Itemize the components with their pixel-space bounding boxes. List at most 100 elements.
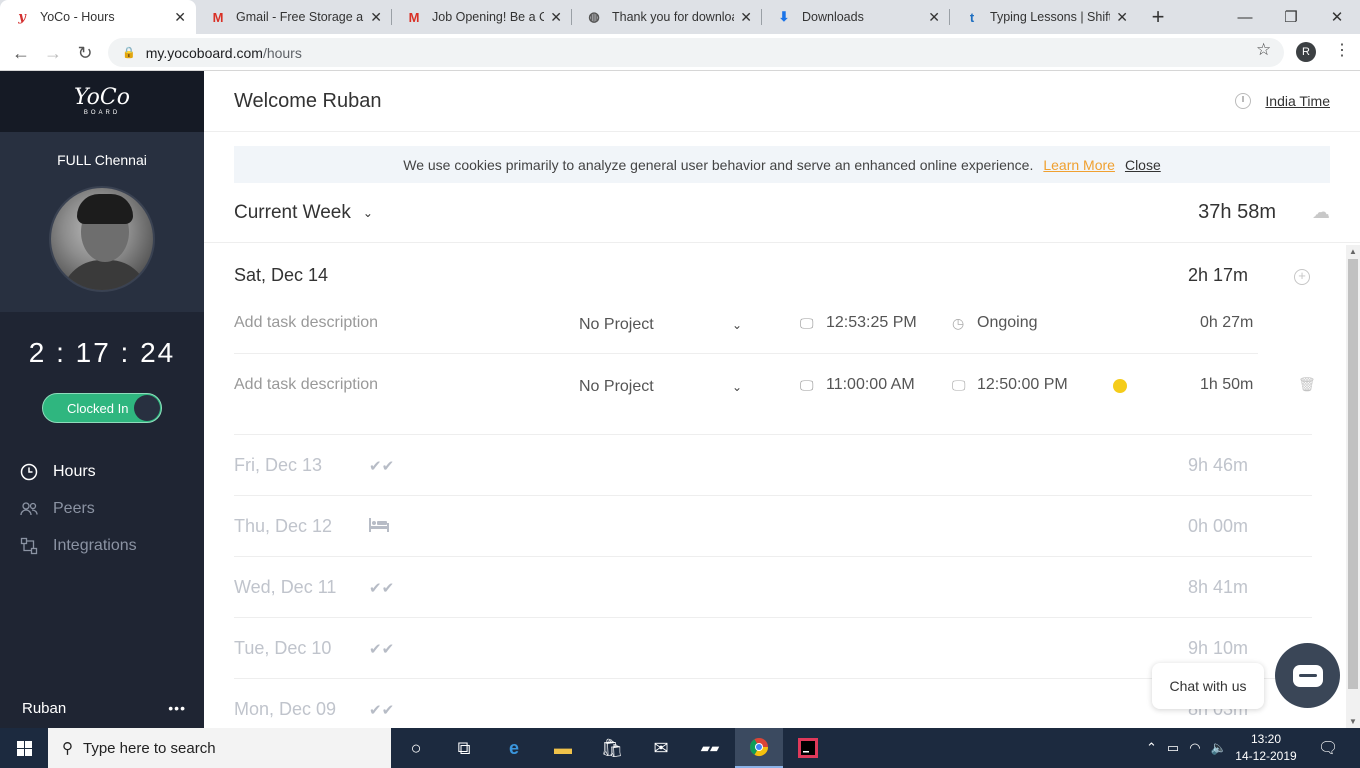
- scroll-down-icon[interactable]: ▼: [1349, 717, 1357, 726]
- clock-date: 14-12-2019: [1235, 749, 1297, 763]
- timezone-link[interactable]: India Time: [1265, 93, 1330, 109]
- end-time[interactable]: 12:50:00 PM: [977, 376, 1068, 394]
- tab-typing-lessons[interactable]: t Typing Lessons | Shift Key ✕: [950, 0, 1138, 34]
- new-tab-button[interactable]: +: [1138, 0, 1178, 34]
- cookie-banner: We use cookies primarily to analyze gene…: [234, 146, 1330, 183]
- double-check-icon: ✔✔: [369, 458, 395, 475]
- edge-icon[interactable]: e: [490, 728, 538, 768]
- sidebar-item-integrations[interactable]: Integrations: [0, 527, 204, 564]
- profile-section: FULL Chennai: [0, 132, 204, 312]
- start-time[interactable]: 12:53:25 PM: [826, 314, 917, 332]
- chevron-down-icon[interactable]: ⌄: [732, 380, 742, 394]
- more-options-icon[interactable]: •••: [168, 700, 186, 716]
- sidebar-item-peers[interactable]: Peers: [0, 490, 204, 527]
- sidebar-item-label: Integrations: [53, 536, 137, 554]
- scrollbar-thumb[interactable]: [1348, 259, 1358, 689]
- day-group-today: Sat, Dec 14 2h 17m + Add task descriptio…: [204, 243, 1360, 435]
- scroll-up-icon[interactable]: ▲: [1349, 247, 1357, 256]
- yellow-clock-icon: [1113, 379, 1127, 393]
- browser-menu-icon[interactable]: ⋮: [1334, 40, 1350, 60]
- lock-icon: 🔒: [122, 47, 136, 59]
- address-bar-row: ← → ↻ 🔒 my.yocoboard.com/hours: [0, 34, 1360, 71]
- chat-tooltip[interactable]: Chat with us: [1152, 663, 1264, 709]
- app-icon[interactable]: ▰▰: [686, 728, 734, 768]
- day-row[interactable]: Wed, Dec 11 ✔✔ 8h 41m: [234, 556, 1312, 617]
- file-explorer-icon[interactable]: ▬: [539, 728, 587, 768]
- monitor-icon: 🖵: [800, 315, 814, 331]
- sidebar-item-label: Peers: [53, 499, 95, 517]
- task-description-input[interactable]: Add task description: [234, 376, 378, 394]
- clock-status-label: Clocked In: [67, 400, 129, 416]
- cortana-icon[interactable]: ○: [392, 728, 440, 768]
- chat-icon: [1292, 664, 1323, 687]
- day-row[interactable]: Thu, Dec 12 0h 00m: [234, 495, 1312, 556]
- notification-icon[interactable]: 🗨: [1318, 738, 1338, 758]
- window-close-icon[interactable]: ✕: [1314, 0, 1360, 34]
- week-dropdown[interactable]: Current Week: [234, 202, 351, 224]
- battery-icon[interactable]: ▭: [1167, 740, 1179, 756]
- add-entry-icon[interactable]: +: [1294, 269, 1310, 285]
- store-icon[interactable]: 🛍: [588, 728, 636, 768]
- forward-arrow-icon[interactable]: →: [40, 40, 66, 66]
- day-row[interactable]: Mon, Dec 09 ✔✔ 8h 03m: [234, 678, 1312, 728]
- chevron-up-icon[interactable]: ⌃: [1146, 740, 1157, 756]
- day-total: 8h 41m: [1188, 577, 1249, 597]
- profile-avatar[interactable]: R: [1296, 42, 1316, 62]
- learn-more-link[interactable]: Learn More: [1043, 157, 1115, 173]
- volume-icon[interactable]: 🔈: [1211, 740, 1227, 756]
- mail-icon[interactable]: ✉: [637, 728, 685, 768]
- tab-title: Job Opening! Be a Client: [432, 10, 545, 24]
- cookie-close-link[interactable]: Close: [1125, 157, 1161, 173]
- close-icon[interactable]: ✕: [740, 9, 752, 26]
- double-check-icon: ✔✔: [369, 702, 395, 719]
- start-time[interactable]: 11:00:00 AM: [826, 376, 915, 394]
- intellij-icon[interactable]: [784, 728, 832, 768]
- day-row[interactable]: Fri, Dec 13 ✔✔ 9h 46m: [234, 434, 1312, 495]
- taskbar-clock[interactable]: 13:20 14-12-2019: [1232, 731, 1300, 765]
- logo[interactable]: YoCo BOARD: [0, 71, 204, 132]
- clock-icon: ◷: [952, 315, 965, 331]
- back-arrow-icon[interactable]: ←: [8, 40, 34, 66]
- tab-downloads[interactable]: ⬇ Downloads ✕: [762, 0, 950, 34]
- day-row[interactable]: Tue, Dec 10 ✔✔ 9h 10m: [234, 617, 1312, 678]
- tab-yoco-hours[interactable]: y YoCo - Hours ✕: [0, 0, 196, 34]
- user-name: Ruban: [22, 699, 67, 717]
- task-view-icon[interactable]: ⧉: [440, 728, 488, 768]
- close-icon[interactable]: ✕: [1116, 9, 1128, 26]
- cloud-download-icon[interactable]: ☁: [1312, 202, 1330, 223]
- day-label: Mon, Dec 09: [234, 699, 337, 719]
- close-icon[interactable]: ✕: [928, 9, 940, 26]
- restore-icon[interactable]: ❐: [1268, 0, 1314, 34]
- bookmark-star-icon[interactable]: ☆: [1256, 40, 1271, 60]
- reload-icon[interactable]: ↻: [72, 40, 98, 66]
- chat-button[interactable]: [1275, 643, 1340, 708]
- close-icon[interactable]: ✕: [370, 9, 382, 26]
- chevron-down-icon[interactable]: ⌄: [732, 318, 742, 332]
- clock-in-toggle[interactable]: Clocked In: [42, 393, 162, 423]
- tab-thank-you[interactable]: ◍ Thank you for downloading ✕: [572, 0, 762, 34]
- minimize-icon[interactable]: —: [1222, 0, 1268, 34]
- trash-icon[interactable]: 🗑: [1298, 376, 1316, 393]
- avatar[interactable]: [49, 186, 155, 292]
- chrome-icon[interactable]: [735, 728, 783, 768]
- taskbar-search-input[interactable]: ⚲ Type here to search: [48, 728, 391, 768]
- close-icon[interactable]: ✕: [174, 9, 186, 26]
- day-total: 9h 10m: [1188, 638, 1249, 658]
- scrollbar[interactable]: ▲ ▼: [1346, 245, 1360, 728]
- project-select[interactable]: No Project: [579, 316, 654, 334]
- chevron-down-icon[interactable]: ⌄: [363, 206, 373, 220]
- wifi-icon[interactable]: ◠: [1189, 740, 1200, 756]
- windows-start-icon[interactable]: [0, 728, 48, 768]
- day-total: 0h 00m: [1188, 516, 1249, 536]
- close-icon[interactable]: ✕: [550, 9, 562, 26]
- tab-title: Typing Lessons | Shift Key: [990, 10, 1111, 24]
- url-field[interactable]: 🔒 my.yocoboard.com/hours: [108, 38, 1284, 67]
- tab-job-opening[interactable]: M Job Opening! Be a Client ✕: [392, 0, 572, 34]
- browser-tab-bar: y YoCo - Hours ✕ M Gmail - Free Storage …: [0, 0, 1360, 34]
- sidebar-item-hours[interactable]: Hours: [0, 453, 204, 490]
- task-description-input[interactable]: Add task description: [234, 314, 378, 332]
- integrations-icon: [20, 537, 38, 555]
- week-total: 37h 58m: [1198, 201, 1276, 223]
- project-select[interactable]: No Project: [579, 378, 654, 396]
- tab-gmail[interactable]: M Gmail - Free Storage and ✕: [196, 0, 392, 34]
